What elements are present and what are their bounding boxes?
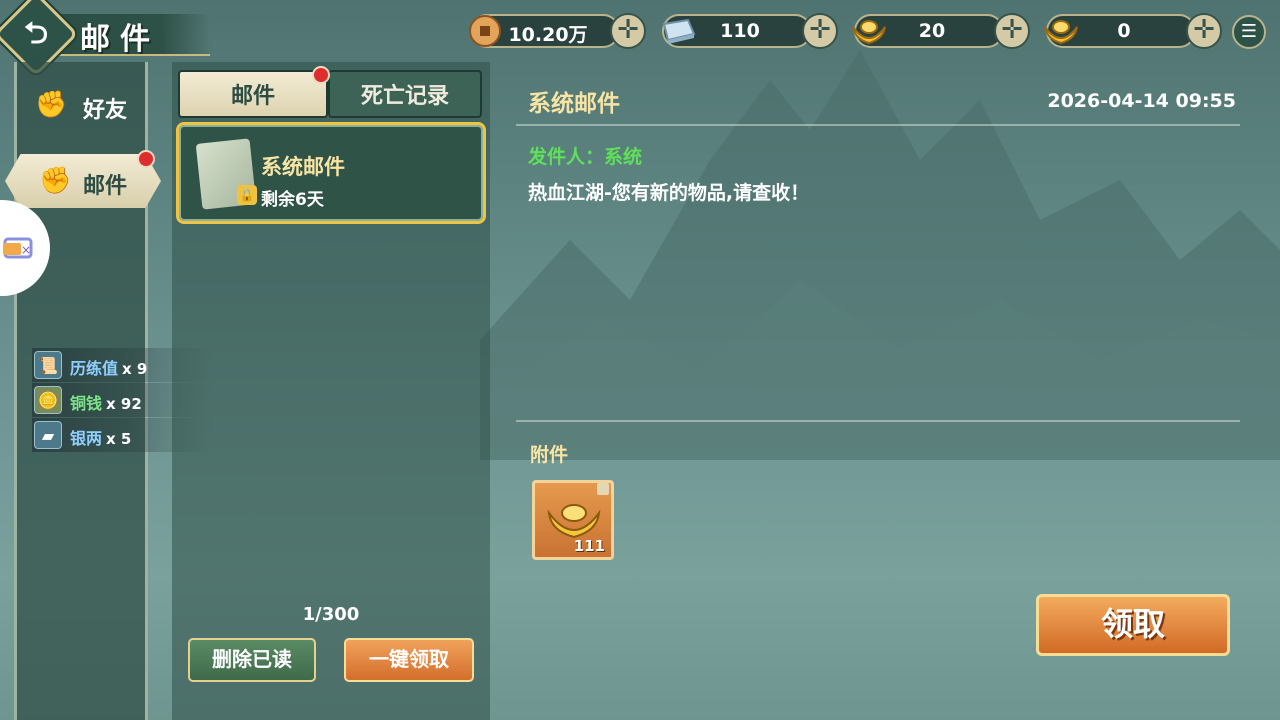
reward-count: x 92 [106,395,142,413]
lock-icon [597,483,609,495]
back-arrow-icon[interactable]: ⮌ [14,14,58,58]
attachment-item[interactable]: 111 [532,480,614,560]
menu-list-icon[interactable]: ☰ [1232,15,1266,49]
add-bound-gold-button[interactable]: ✛ [994,13,1030,49]
silver-value: 110 [720,20,760,42]
fist-icon: ✊ [39,166,72,196]
attachments-label: 附件 [530,444,569,466]
delete-read-button[interactable]: 删除已读 [188,638,316,682]
divider [516,420,1240,422]
svg-text:×: × [21,243,31,257]
lock-icon: 🔒 [237,185,257,205]
page-title: 邮件 [80,22,160,57]
notification-dot [137,150,155,168]
attachment-count: 111 [573,537,605,555]
gold-ingot-icon [547,504,601,539]
tab-death-record[interactable]: 死亡记录 [328,70,482,118]
reward-count: x 9 [122,360,148,378]
reward-name: 铜钱 [70,394,103,413]
chat-icon: × [3,237,33,259]
notification-dot [312,66,330,84]
mail-item-remaining: 剩余6天 [261,190,324,210]
claim-all-button[interactable]: 一键领取 [344,638,474,682]
nav-item-friends[interactable]: ✊ 好友 [17,80,145,130]
add-copper-button[interactable]: ✛ [610,13,646,49]
reward-name: 银两 [70,429,103,448]
mail-list-panel: 邮件 死亡记录 🔒 系统邮件 剩余6天 1/300 删除已读 一键领取 [172,62,490,720]
mail-count: 1/300 [302,604,360,625]
fist-icon: ✊ [35,90,68,120]
bound-gold-value: 20 [918,20,946,42]
divider [516,124,1240,126]
detail-date: 2026-04-14 09:55 [1047,90,1236,112]
reward-count: x 5 [106,430,132,448]
copper-value: 10.20万 [508,24,588,46]
mail-item-title: 系统邮件 [261,155,345,179]
claim-button[interactable]: 领取 [1036,594,1230,656]
top-bar: ⮌ 邮件 10.20万 ✛ 110 ✛ 20 ✛ 0 ✛ ☰ [0,0,1280,77]
detail-sender: 发件人：系统 [528,146,643,168]
nav-mail-label: 邮件 [83,174,128,199]
copper-coin-icon: 🪙 [34,386,62,414]
mail-list-item[interactable]: 🔒 系统邮件 剩余6天 [176,122,486,224]
detail-body: 热血江湖-您有新的物品,请查收！ [528,182,810,204]
add-silver-button[interactable]: ✛ [802,13,838,49]
add-gold-button[interactable]: ✛ [1186,13,1222,49]
gold-value: 0 [1117,20,1131,42]
tab-mail[interactable]: 邮件 [178,70,328,118]
detail-title: 系统邮件 [528,91,620,117]
reward-name: 历练值 [70,359,119,378]
experience-book-icon: 📜 [34,351,62,379]
nav-friends-label: 好友 [83,98,128,123]
silver-ingot-icon: ▰ [34,421,62,449]
